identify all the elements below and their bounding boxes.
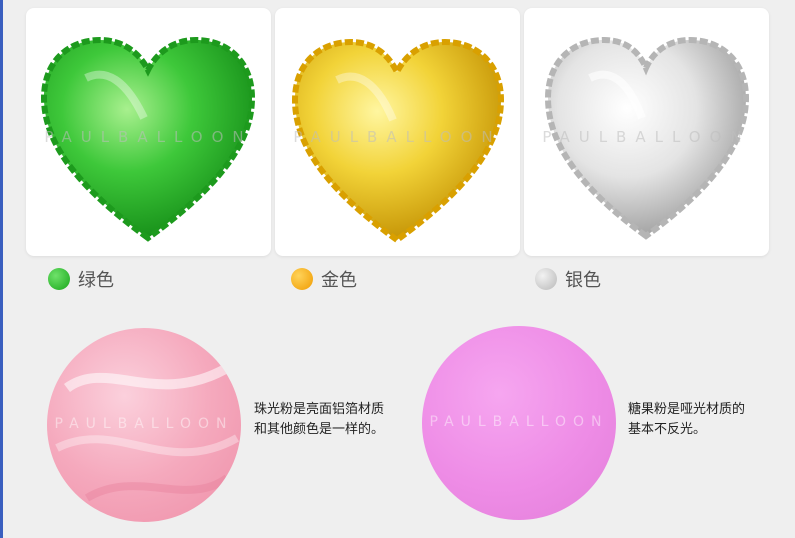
candy-pink-description: 糖果粉是哑光材质的 基本不反光。 (628, 400, 745, 440)
description-line: 基本不反光。 (628, 422, 707, 437)
gold-dot-icon (291, 268, 313, 290)
watermark-text: PAULBALLOON (293, 128, 502, 146)
description-line: 珠光粉是亮面铝箔材质 (254, 402, 385, 417)
color-label-text: 绿色 (78, 270, 114, 291)
green-dot-icon (48, 268, 70, 290)
color-label-text: 金色 (321, 270, 357, 291)
color-label-gold: 金色 (291, 266, 357, 292)
candy-pink-swatch-image: PAULBALLOON (422, 326, 616, 520)
silver-dot-icon (535, 268, 557, 290)
watermark-text: PAULBALLOON (44, 128, 253, 146)
balloon-card-gold: PAULBALLOON (275, 8, 520, 256)
balloon-card-green: PAULBALLOON (26, 8, 271, 256)
description-line: 和其他颜色是一样的。 (254, 422, 385, 437)
color-label-text: 银色 (565, 270, 601, 291)
color-label-silver: 银色 (535, 266, 601, 292)
pearl-pink-swatch-image: PAULBALLOON (47, 328, 241, 522)
watermark-text: PAULBALLOON (542, 128, 751, 146)
pearl-pink-description: 珠光粉是亮面铝箔材质 和其他颜色是一样的。 (254, 400, 384, 440)
watermark-text: PAULBALLOON (429, 414, 609, 430)
left-edge-line (0, 0, 3, 538)
color-label-green: 绿色 (48, 266, 114, 292)
watermark-text: PAULBALLOON (54, 416, 234, 432)
balloon-card-silver: PAULBALLOON (524, 8, 769, 256)
description-line: 糖果粉是哑光材质的 (628, 402, 746, 417)
